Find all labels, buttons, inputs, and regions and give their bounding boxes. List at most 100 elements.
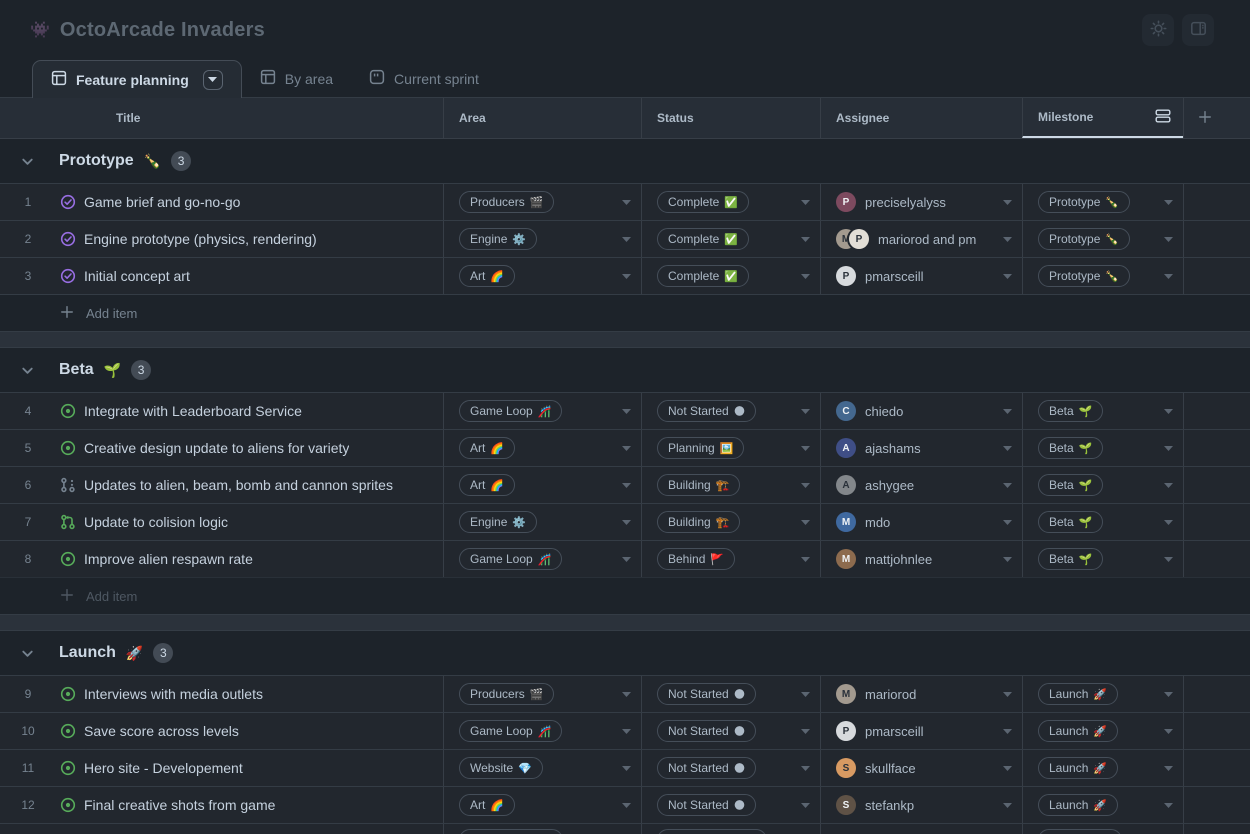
milestone-cell[interactable]: Beta 🌱 bbox=[1022, 393, 1183, 429]
status-cell[interactable]: Complete ✅ bbox=[641, 221, 820, 257]
milestone-cell[interactable]: Launch 🚀 bbox=[1022, 750, 1183, 786]
title-cell[interactable]: Update to colision logic bbox=[56, 504, 443, 540]
side-panel-button[interactable] bbox=[1182, 14, 1214, 46]
assignee-cell[interactable]: P pmarsceill bbox=[820, 258, 1022, 294]
area-cell[interactable]: Art 🌈 bbox=[443, 430, 641, 466]
assignee-cell[interactable]: S skullface bbox=[820, 750, 1022, 786]
area-cell[interactable]: Producers 🎬 bbox=[443, 184, 641, 220]
area-cell[interactable]: Art 🌈 bbox=[443, 787, 641, 823]
collapse-chevron-icon[interactable] bbox=[20, 646, 35, 661]
item-title[interactable]: Improve alien respawn rate bbox=[84, 551, 253, 567]
status-cell[interactable]: Planning 🖼️ bbox=[641, 430, 820, 466]
title-cell[interactable]: Engine prototype (physics, rendering) bbox=[56, 221, 443, 257]
milestone-cell[interactable]: Beta 🌱 bbox=[1022, 467, 1183, 503]
area-cell[interactable]: Game Loop 🎢 bbox=[443, 713, 641, 749]
item-title[interactable]: Initial concept art bbox=[84, 268, 190, 284]
item-title[interactable]: Final creative shots from game bbox=[84, 797, 275, 813]
item-title[interactable]: Interviews with media outlets bbox=[84, 686, 263, 702]
view-options-button[interactable] bbox=[203, 70, 223, 90]
milestone-cell[interactable]: Beta 🌱 bbox=[1022, 541, 1183, 577]
item-title[interactable]: Hero site - Developement bbox=[84, 760, 243, 776]
assignee-cell[interactable]: MP mariorod and pm bbox=[820, 221, 1022, 257]
assignee-cell[interactable]: S stefankp bbox=[820, 787, 1022, 823]
avatar: M bbox=[836, 684, 856, 704]
avatar: M bbox=[836, 549, 856, 569]
status-cell[interactable]: Complete ✅ bbox=[641, 184, 820, 220]
tab-feature-planning[interactable]: Feature planning bbox=[32, 60, 242, 98]
area-cell[interactable]: Art 🌈 bbox=[443, 258, 641, 294]
title-cell[interactable]: Interviews with media outlets bbox=[56, 676, 443, 712]
item-title[interactable]: Integrate with Leaderboard Service bbox=[84, 403, 302, 419]
issue-closed-icon bbox=[60, 194, 76, 210]
status-cell[interactable] bbox=[641, 824, 820, 834]
assignee-cell[interactable]: M mariorod bbox=[820, 676, 1022, 712]
assignee-cell[interactable]: P preciselyalyss bbox=[820, 184, 1022, 220]
area-cell[interactable]: Website 💎 bbox=[443, 750, 641, 786]
status-cell[interactable]: Building 🏗️ bbox=[641, 467, 820, 503]
column-header-title[interactable]: Title bbox=[56, 98, 443, 138]
area-cell[interactable]: Game Loop 🎢 bbox=[443, 541, 641, 577]
status-cell[interactable]: Behind 🚩 bbox=[641, 541, 820, 577]
milestone-cell[interactable]: Launch 🚀 bbox=[1022, 787, 1183, 823]
milestone-cell[interactable]: Prototype 🍾 bbox=[1022, 258, 1183, 294]
milestone-cell[interactable]: Prototype 🍾 bbox=[1022, 184, 1183, 220]
tab-by-area[interactable]: By area bbox=[242, 60, 351, 97]
collapse-chevron-icon[interactable] bbox=[20, 154, 35, 169]
group-name: Launch bbox=[59, 644, 116, 662]
add-item-button[interactable]: Add item bbox=[0, 294, 1250, 331]
avatar-stack: S bbox=[836, 758, 856, 778]
title-cell[interactable]: Improve alien respawn rate bbox=[56, 541, 443, 577]
area-cell[interactable]: Art 🌈 bbox=[443, 467, 641, 503]
title-cell[interactable]: Integrate with Leaderboard Service bbox=[56, 393, 443, 429]
title-cell[interactable]: Game brief and go-no-go bbox=[56, 184, 443, 220]
milestone-cell[interactable]: Launch 🚀 bbox=[1022, 713, 1183, 749]
status-cell[interactable]: Complete ✅ bbox=[641, 258, 820, 294]
title-cell[interactable]: Save score across levels bbox=[56, 713, 443, 749]
item-title[interactable]: Game brief and go-no-go bbox=[84, 194, 240, 210]
milestone-cell[interactable]: Launch 🚀 bbox=[1022, 676, 1183, 712]
assignee-cell[interactable]: A ashygee bbox=[820, 467, 1022, 503]
milestone-cell[interactable]: Beta 🌱 bbox=[1022, 504, 1183, 540]
status-cell[interactable]: Not Started 🌑 bbox=[641, 787, 820, 823]
rows-icon[interactable] bbox=[1155, 108, 1171, 127]
settings-button[interactable] bbox=[1142, 14, 1174, 46]
column-header-assignee[interactable]: Assignee bbox=[820, 98, 1022, 138]
area-cell[interactable] bbox=[443, 824, 641, 834]
assignee-name: mattjohnlee bbox=[865, 552, 932, 567]
column-header-status[interactable]: Status bbox=[641, 98, 820, 138]
add-item-button[interactable]: Add item bbox=[0, 577, 1250, 614]
column-header-milestone[interactable]: Milestone bbox=[1022, 98, 1183, 138]
title-cell[interactable]: Initial concept art bbox=[56, 258, 443, 294]
area-cell[interactable]: Engine ⚙️ bbox=[443, 221, 641, 257]
column-header-area[interactable]: Area bbox=[443, 98, 641, 138]
title-cell[interactable]: Updates to alien, beam, bomb and cannon … bbox=[56, 467, 443, 503]
status-cell[interactable]: Not Started 🌑 bbox=[641, 713, 820, 749]
status-cell[interactable]: Not Started 🌑 bbox=[641, 750, 820, 786]
tab-current-sprint[interactable]: Current sprint bbox=[351, 60, 497, 97]
area-cell[interactable]: Game Loop 🎢 bbox=[443, 393, 641, 429]
item-title[interactable]: Updates to alien, beam, bomb and cannon … bbox=[84, 477, 393, 493]
assignee-cell[interactable]: A ajashams bbox=[820, 430, 1022, 466]
milestone-cell[interactable]: Prototype 🍾 bbox=[1022, 221, 1183, 257]
collapse-chevron-icon[interactable] bbox=[20, 363, 35, 378]
assignee-cell[interactable]: M mattjohnlee bbox=[820, 541, 1022, 577]
assignee-cell[interactable]: C chiedo bbox=[820, 393, 1022, 429]
assignee-cell[interactable]: M mdo bbox=[820, 504, 1022, 540]
title-cell[interactable]: Creative design update to aliens for var… bbox=[56, 430, 443, 466]
item-title[interactable]: Engine prototype (physics, rendering) bbox=[84, 231, 317, 247]
status-cell[interactable]: Building 🏗️ bbox=[641, 504, 820, 540]
item-title[interactable]: Creative design update to aliens for var… bbox=[84, 440, 349, 456]
area-cell[interactable]: Engine ⚙️ bbox=[443, 504, 641, 540]
assignee-cell[interactable]: P pmarsceill bbox=[820, 713, 1022, 749]
status-cell[interactable]: Not Started 🌑 bbox=[641, 676, 820, 712]
assignee-cell[interactable] bbox=[820, 824, 1022, 834]
milestone-cell[interactable] bbox=[1022, 824, 1183, 834]
milestone-cell[interactable]: Beta 🌱 bbox=[1022, 430, 1183, 466]
item-title[interactable]: Save score across levels bbox=[84, 723, 239, 739]
title-cell[interactable]: Final creative shots from game bbox=[56, 787, 443, 823]
title-cell[interactable]: Hero site - Developement bbox=[56, 750, 443, 786]
area-cell[interactable]: Producers 🎬 bbox=[443, 676, 641, 712]
add-column-button[interactable] bbox=[1183, 98, 1250, 138]
item-title[interactable]: Update to colision logic bbox=[84, 514, 228, 530]
status-cell[interactable]: Not Started 🌑 bbox=[641, 393, 820, 429]
